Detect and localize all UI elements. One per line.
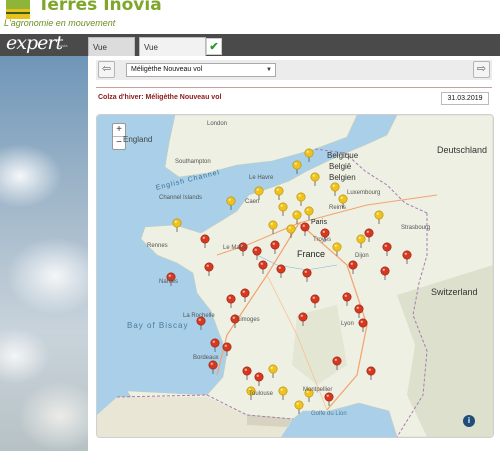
map-label-paris: Paris (311, 219, 327, 226)
logo-area: Terres Inovia L'agronomie en mouvement (0, 0, 500, 34)
info-icon[interactable]: i (463, 415, 475, 427)
map-label-strasbourg: Strasbourg (401, 225, 431, 231)
tab-vue-detaillee[interactable]: Vue détaillée (88, 37, 135, 71)
map-label-le-havre: Le Havre (249, 175, 274, 181)
map-label-limoges: Limoges (237, 317, 260, 323)
pest-select[interactable]: Méligèthe Nouveau vol ▼ (126, 63, 276, 77)
map-label-deutschland: Deutschland (437, 145, 488, 155)
tab-vue-cartographique[interactable]: Vue cartographique (139, 37, 206, 71)
brand-name: Terres Inovia (38, 0, 162, 15)
map-label-toulouse: Toulouse (249, 391, 274, 397)
map-label-lyon: Lyon (341, 321, 354, 327)
map-label-france: France (297, 249, 326, 259)
check-icon[interactable]: ✔ (206, 38, 222, 55)
app-sub: inovia (57, 43, 68, 48)
map-label-rennes: Rennes (147, 243, 168, 249)
map-label-belgique: Belgique (327, 151, 359, 160)
map-label-belgie: België (329, 162, 352, 171)
prev-button[interactable]: ⇦ (98, 61, 115, 78)
map-title: Colza d'hiver: Méligèthe Nouveau vol (98, 94, 222, 101)
sidebar-background (0, 56, 88, 451)
map-label-southampton: Southampton (175, 159, 211, 165)
map-label-la-rochelle: La Rochelle (183, 313, 215, 319)
next-button[interactable]: ⇨ (473, 61, 490, 78)
map-label-bordeaux: Bordeaux (193, 355, 219, 361)
map-label-troyes: Troyes (313, 237, 332, 243)
app-topbar (0, 34, 500, 56)
map-label-switzerland: Switzerland (431, 287, 478, 297)
toolbar: ⇦ Méligèthe Nouveau vol ▼ ⇨ (96, 60, 492, 80)
date-field[interactable]: 31.03.2019 (441, 92, 489, 105)
main-content: ⇦ Méligèthe Nouveau vol ▼ ⇨ Colza d'hive… (88, 56, 500, 451)
arrow-left-icon: ⇦ (101, 63, 112, 75)
map-label-bay-of-biscay: Bay of Biscay (127, 321, 189, 330)
app-name: expert (6, 32, 63, 54)
map-label-caen: Caen (245, 199, 260, 205)
brand-tagline: L'agronomie en mouvement (4, 18, 116, 28)
arrow-right-icon: ⇨ (476, 63, 487, 75)
map-label-golfe-du-lion: Golfe du Lion (311, 411, 347, 417)
map-label-luxembourg: Luxembourg (347, 190, 381, 196)
map-canvas[interactable] (97, 115, 493, 437)
map-label-channel-islands: Channel Islands (159, 195, 203, 201)
pest-select-value: Méligèthe Nouveau vol (131, 66, 203, 73)
chevron-down-icon: ▼ (266, 67, 272, 73)
map-label-reims: Reims (329, 205, 347, 211)
map-label-belgien: Belgien (329, 173, 356, 182)
map[interactable]: + − i London England Southampton English… (96, 114, 494, 438)
map-label-dijon: Dijon (355, 253, 369, 259)
divider (96, 87, 492, 88)
map-label-montpellier: Montpellier (303, 387, 333, 393)
map-label-london: London (207, 121, 228, 127)
map-label-nantes: Nantes (159, 279, 179, 285)
map-label-le-mans: Le Mans (223, 245, 247, 251)
map-label-england: England (123, 135, 153, 144)
